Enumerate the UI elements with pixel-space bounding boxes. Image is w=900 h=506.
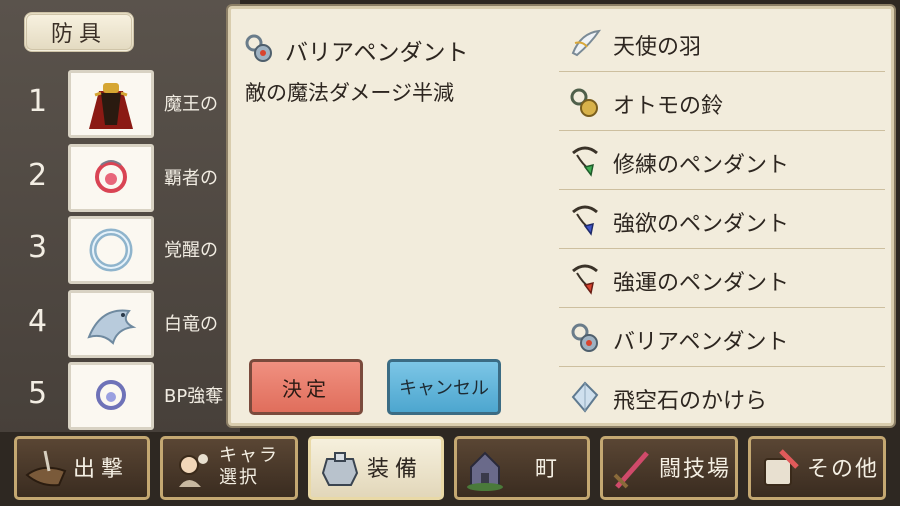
armor-row-number: 5: [28, 376, 48, 411]
list-item-label: オトモの鈴: [613, 94, 724, 119]
armor-row[interactable]: 5 BP強奪: [0, 362, 240, 430]
sortie-icon: [23, 445, 69, 493]
selected-item-name: バリアペンダント: [285, 40, 469, 66]
item-list: 天使の羽 オトモの鈴 修練のペンダント 強欲のペンダント 強運のペンダント バリ…: [559, 13, 885, 426]
nav-label: キャラ 選択: [219, 445, 279, 488]
greed-pendant-icon: [567, 202, 603, 238]
character-select-icon: [169, 445, 215, 493]
armor-row-name: 覇者の: [164, 168, 218, 189]
arena-icon: [609, 445, 655, 493]
list-item-label: 修練のペンダント: [613, 153, 790, 178]
bottom-nav: 出撃 キャラ 選択 装備 町 闘技場 その他: [0, 432, 900, 506]
list-item[interactable]: オトモの鈴: [559, 72, 885, 131]
armor-row[interactable]: 2 覇者の: [0, 144, 240, 212]
equipment-icon: [317, 445, 363, 493]
nav-label: その他: [807, 457, 880, 482]
training-pendant-icon: [567, 143, 603, 179]
white-dragon-icon: [68, 290, 154, 358]
nav-sortie-button[interactable]: 出撃: [14, 436, 150, 500]
armor-row[interactable]: 1 魔王の: [0, 70, 240, 138]
nav-other-button[interactable]: その他: [748, 436, 886, 500]
demon-cape-icon: [68, 70, 154, 138]
nav-label: 町: [535, 457, 564, 482]
nav-label: 装備: [367, 457, 424, 482]
armor-row-number: 1: [28, 84, 48, 119]
nav-equipment-button[interactable]: 装備: [308, 436, 444, 500]
list-item-label: バリアペンダント: [613, 330, 789, 355]
list-item-label: 飛空石のかけら: [613, 389, 768, 414]
armor-row-name: 覚醒の: [164, 240, 218, 261]
nav-label: 闘技場: [659, 457, 732, 482]
companion-bell-icon: [567, 84, 603, 120]
angel-feather-icon: [567, 25, 603, 61]
list-item-label: 強運のペンダント: [613, 271, 790, 296]
list-item[interactable]: 修練のペンダント: [559, 131, 885, 190]
list-item[interactable]: 天使の羽: [559, 13, 885, 72]
nav-arena-button[interactable]: 闘技場: [600, 436, 738, 500]
nav-town-button[interactable]: 町: [454, 436, 590, 500]
barrier-pendant-icon: [241, 31, 275, 65]
confirm-button[interactable]: 決定: [249, 359, 363, 415]
cancel-button[interactable]: キャンセル: [387, 359, 501, 415]
barrier-pendant-icon: [567, 320, 603, 356]
bp-steal-icon: [68, 362, 154, 430]
armor-row-name: 白竜の: [164, 314, 218, 335]
armor-row-number: 3: [28, 230, 48, 265]
list-item-label: 天使の羽: [613, 35, 702, 60]
list-item[interactable]: 強運のペンダント: [559, 249, 885, 308]
town-icon: [463, 445, 509, 493]
list-item[interactable]: 強欲のペンダント: [559, 190, 885, 249]
selected-item-description: 敵の魔法ダメージ半減: [245, 81, 454, 105]
armor-row-name: BP強奪: [164, 386, 224, 407]
conqueror-amulet-icon: [68, 144, 154, 212]
luck-pendant-icon: [567, 261, 603, 297]
equipment-select-dialog: バリアペンダント 敵の魔法ダメージ半減 決定 キャンセル 天使の羽 オトモの鈴: [228, 6, 894, 426]
armor-row[interactable]: 4 白竜の: [0, 290, 240, 358]
armor-row-number: 4: [28, 304, 48, 339]
armor-row[interactable]: 3 覚醒の: [0, 216, 240, 284]
other-icon: [757, 445, 803, 493]
list-item[interactable]: バリアペンダント: [559, 308, 885, 367]
awakening-ring-icon: [68, 216, 154, 284]
list-item-label: 強欲のペンダント: [613, 212, 790, 237]
nav-label: 出撃: [73, 457, 130, 482]
armor-row-name: 魔王の: [164, 94, 218, 115]
armor-row-number: 2: [28, 158, 48, 193]
list-item[interactable]: 飛空石のかけら: [559, 367, 885, 426]
armor-tab[interactable]: 防具: [24, 12, 134, 52]
nav-character-select-button[interactable]: キャラ 選択: [160, 436, 298, 500]
airship-stone-icon: [567, 379, 603, 415]
